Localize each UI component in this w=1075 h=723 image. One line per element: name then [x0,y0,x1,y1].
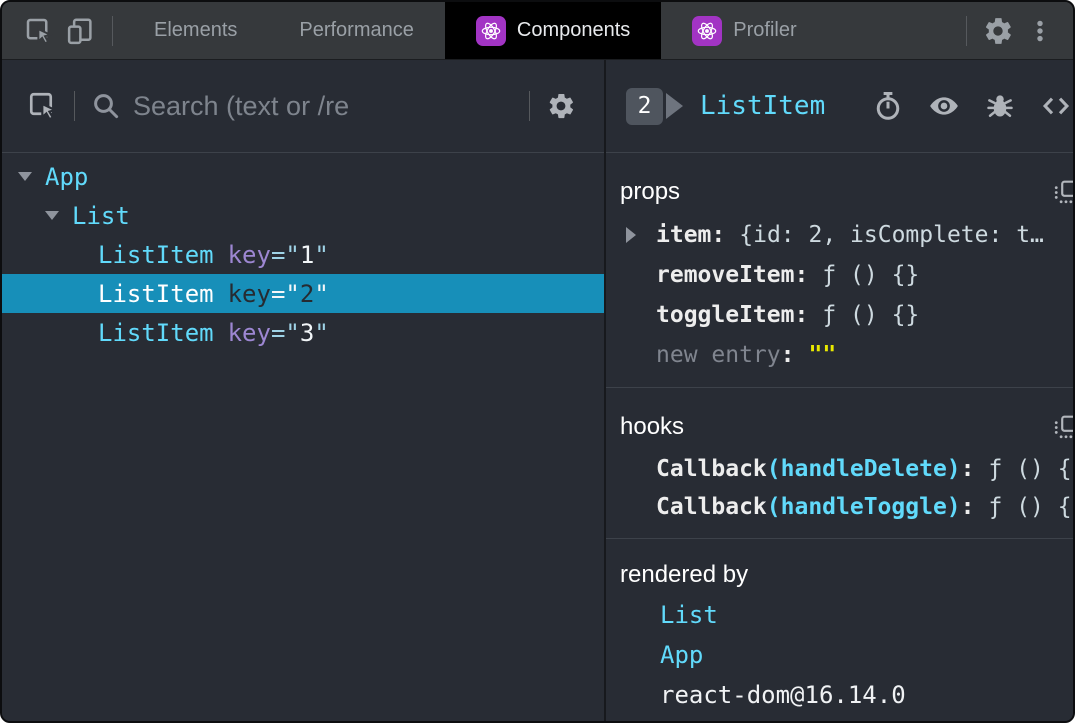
key-attribute: key="1" [227,240,329,269]
hook-row-handledelete[interactable]: Callback(handleDelete):ƒ () {} [618,450,1073,488]
prop-row-new-entry[interactable]: new entry: "" [618,335,1073,375]
details-toolbar: 2 ListItem [606,60,1073,153]
tab-components[interactable]: Components [444,2,662,59]
props-header: props [618,169,1073,215]
key-attribute: key="3" [227,318,329,347]
tree-row-list[interactable]: List [2,196,604,235]
hooks-header: hooks [618,404,1073,450]
chrome-tabs: Elements Performance Components Profiler [123,2,828,59]
gear-icon[interactable] [977,10,1019,52]
hook-row-handletoggle[interactable]: Callback(handleToggle):ƒ () {} [618,488,1073,526]
code-brackets-icon[interactable] [1035,85,1073,127]
tab-elements[interactable]: Elements [123,2,268,59]
renderer-version: react-dom@16.14.0 [660,681,906,709]
toolbar-divider [112,15,113,46]
tree-row-listitem-1[interactable]: ListItem key="1" [2,235,604,274]
component-name: ListItem [98,318,214,347]
rendered-by-header: rendered by [618,555,1073,595]
rendered-by-section: rendered by List App react-dom@16.14.0 [606,539,1073,721]
hooks-section: hooks Callback(handleDelete):ƒ () {} [606,388,1073,539]
tree-row-listitem-3[interactable]: ListItem key="3" [2,313,604,352]
tab-performance-label: Performance [299,19,414,41]
toolbar-divider [529,91,530,121]
tab-profiler-label: Profiler [733,19,797,41]
tab-elements-label: Elements [154,19,238,41]
caret-down-icon[interactable] [18,172,45,181]
rendered-by-title: rendered by [620,561,749,588]
prop-row-removeitem[interactable]: removeItem: ƒ () {} [618,255,1073,295]
tab-profiler[interactable]: Profiler [661,2,827,59]
key-attribute: key="2" [227,279,329,308]
component-tree: App List ListItem key="1" ListItem key="2"… [2,153,604,352]
component-name: App [45,162,89,191]
caret-down-icon[interactable] [45,211,72,220]
owner-link-app[interactable]: App [660,641,703,669]
tree-panel: App List ListItem key="1" ListItem key="2"… [2,60,606,721]
component-name: ListItem [98,279,214,308]
search-input[interactable] [133,90,519,122]
toolbar-divider [966,15,967,46]
stopwatch-icon[interactable] [867,85,909,127]
tab-components-label: Components [516,19,631,41]
copy-icon[interactable] [1053,414,1073,440]
tree-row-listitem-2-selected[interactable]: ListItem key="2" [2,274,604,313]
copy-icon[interactable] [1053,179,1073,205]
tree-row-app[interactable]: App [2,157,604,196]
eye-icon[interactable] [923,85,965,127]
bug-icon[interactable] [979,85,1021,127]
prop-row-toggleitem[interactable]: toggleItem: ƒ () {} [618,295,1073,335]
expand-arrow-icon[interactable] [626,227,656,243]
tree-toolbar [2,60,604,153]
components-panel: App List ListItem key="1" ListItem key="2"… [2,60,1073,721]
selected-component-title: ListItem [700,91,826,121]
toolbar-divider [74,91,75,121]
key-badge: 2 [626,87,663,125]
details-toolbar-icons [867,85,1073,127]
rendered-by-item: react-dom@16.14.0 [618,675,1073,715]
devtools-window: Elements Performance Components Profiler… [0,0,1075,723]
component-name: ListItem [98,240,214,269]
owner-link-list[interactable]: List [660,601,718,629]
badge-arrow-icon [666,93,683,119]
component-name: List [72,201,130,230]
search-icon [85,85,127,127]
kebab-menu-icon[interactable] [1019,10,1061,52]
props-section: props item: {id: 2, isComplete: t… remov… [606,153,1073,388]
inspect-element-icon[interactable] [22,85,64,127]
hooks-title: hooks [620,413,685,440]
tab-performance[interactable]: Performance [268,2,445,59]
chrome-toolbar: Elements Performance Components Profiler [2,2,1073,60]
prop-row-item[interactable]: item: {id: 2, isComplete: t… [618,215,1073,255]
chrome-toolbar-right [956,2,1073,59]
inspect-element-icon[interactable] [18,10,60,52]
rendered-by-item: App [618,635,1073,675]
props-title: props [620,178,681,205]
gear-icon[interactable] [540,85,582,127]
chrome-toolbar-left [2,2,123,59]
react-logo-icon [475,15,506,46]
details-panel: 2 ListItem props item: {id: 2, isComple… [606,60,1073,721]
react-logo-icon [692,15,723,46]
rendered-by-item: List [618,595,1073,635]
device-toolbar-icon[interactable] [60,10,102,52]
